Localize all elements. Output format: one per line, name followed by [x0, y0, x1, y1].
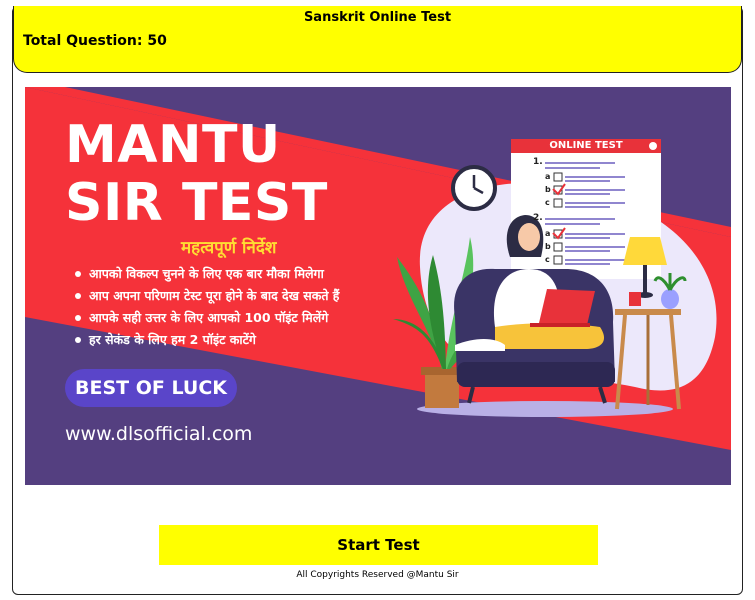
start-test-button[interactable]: Start Test: [159, 525, 598, 565]
header-bar: Sanskrit Online Test Total Question: 50: [13, 6, 742, 73]
board-option-a: a: [545, 229, 551, 238]
board-option-a: a: [545, 172, 551, 181]
instruction-item: हर सेकंड के लिए हम 2 पॉइंट काटेंगे: [73, 329, 339, 351]
total-question-count: Total Question: 50: [23, 33, 167, 49]
mug-icon: [629, 292, 641, 306]
lamp-icon: [623, 237, 667, 265]
board-option-b: b: [545, 185, 551, 194]
person-legs: [495, 323, 605, 349]
board-option-c: c: [545, 255, 550, 264]
banner-title-line1: MANTU: [65, 115, 281, 175]
banner-title-line2: SIR TEST: [65, 173, 328, 233]
person-face: [518, 223, 540, 251]
instructions-heading: महत्वपूर्ण निर्देश: [181, 238, 277, 258]
board-option-c: c: [545, 198, 550, 207]
side-table: [615, 309, 681, 315]
instructions-list: आपको विकल्प चुनने के लिए एक बार मौका मिल…: [73, 263, 339, 351]
instruction-item: आपके सही उत्तर के लिए आपको 100 पॉइंट मिल…: [73, 307, 339, 329]
website-url: www.dlsofficial.com: [65, 423, 253, 445]
board-title: ONLINE TEST: [549, 140, 623, 151]
board-option-b: b: [545, 242, 551, 251]
plant-pot: [425, 370, 459, 408]
page-title: Sanskrit Online Test: [303, 10, 452, 25]
instruction-item: आप अपना परिणाम टेस्ट पूरा होने के बाद दे…: [73, 285, 339, 307]
best-of-luck-badge: BEST OF LUCK: [65, 369, 237, 407]
copyright-text: All Copyrights Reserved @Mantu Sir: [296, 570, 459, 580]
laptop-icon: [539, 289, 595, 325]
board-q1: 1.: [533, 157, 543, 167]
test-banner-image: MANTU SIR TEST महत्वपूर्ण निर्देश आपको व…: [25, 87, 731, 485]
instruction-item: आपको विकल्प चुनने के लिए एक बार मौका मिल…: [73, 263, 339, 285]
board-q2: 2.: [533, 213, 543, 223]
